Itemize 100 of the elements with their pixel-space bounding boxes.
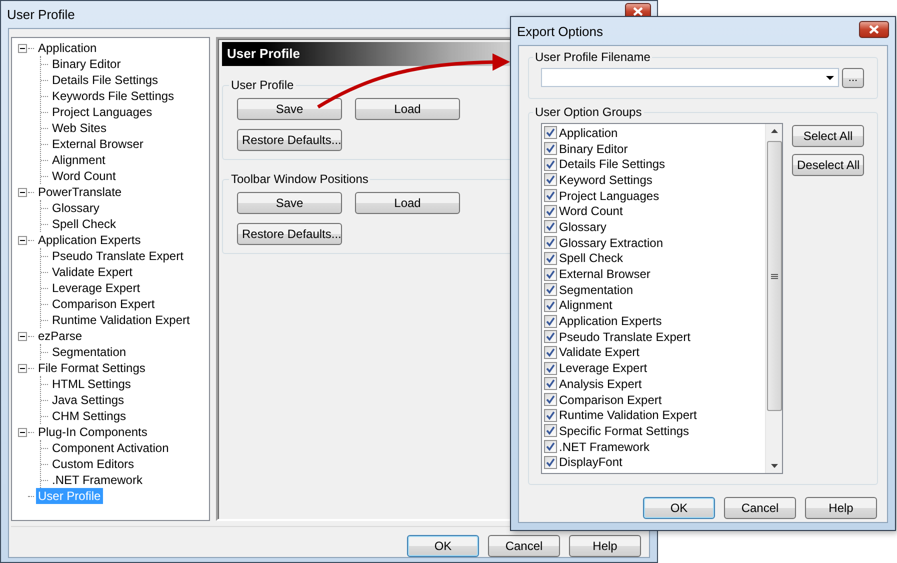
checkbox[interactable] [544,408,557,422]
checkbox[interactable] [544,236,557,250]
option-label: Keyword Settings [559,172,652,187]
checkbox[interactable] [544,283,557,296]
option-label: Glossary [559,220,606,234]
tree-item[interactable]: External Browser [50,136,146,152]
checkbox[interactable] [544,456,557,469]
close-button[interactable] [859,20,889,38]
tree-item[interactable]: Web Sites [50,120,108,136]
checkbox[interactable] [544,204,557,218]
tree-item[interactable]: Segmentation [50,344,128,360]
option-label: Binary Editor [559,142,628,156]
collapse-toggle[interactable] [18,332,27,340]
checkbox[interactable] [544,377,557,390]
option-label: Specific Format Settings [559,424,690,438]
tree-item[interactable]: Alignment [50,152,108,168]
option-label: Word Count [559,204,623,218]
group-title: User Option Groups [534,105,643,119]
checkbox[interactable] [544,298,557,312]
collapse-toggle[interactable] [18,44,27,52]
group-title: User Profile [230,78,295,92]
tree-item[interactable]: Project Languages [50,104,154,120]
tree-item[interactable]: Pseudo Translate Expert [50,248,186,264]
tree-item[interactable]: Binary Editor [50,56,123,72]
option-label: Analysis Expert [559,376,642,391]
checkbox[interactable] [544,189,557,202]
checkbox[interactable] [544,362,557,375]
option-label: Spell Check [559,251,624,266]
checkbox[interactable] [544,314,557,328]
option-label: External Browser [559,267,650,282]
tree-item[interactable]: PowerTranslate [36,184,124,200]
dialog-button[interactable]: Cancel [488,535,560,557]
option-label: Project Languages [559,188,660,203]
collapse-toggle[interactable] [18,188,27,196]
tree-item[interactable]: Comparison Expert [50,296,157,312]
option-label: Segmentation [559,282,634,297]
selection-button[interactable]: Select All [792,125,864,147]
tree-item[interactable]: .NET Framework [50,472,144,488]
checkbox[interactable] [544,158,557,171]
tree-item[interactable]: Leverage Expert [50,280,142,296]
restore-defaults-button[interactable]: Restore Defaults... [237,129,342,151]
collapse-toggle[interactable] [18,428,27,436]
tree-item[interactable]: HTML Settings [50,376,133,392]
close-icon [869,24,879,34]
dialog-button[interactable]: Cancel [724,497,796,519]
action-button[interactable]: Save [237,192,342,214]
option-label: Application Experts [559,314,662,328]
tree-item[interactable]: Validate Expert [50,264,134,280]
group-title: Toolbar Window Positions [230,172,370,186]
scroll-up-icon [770,129,778,133]
dialog-button[interactable]: Help [805,497,877,519]
dialog-title: Export Options [517,24,603,38]
dialog-button[interactable]: OK [407,535,479,557]
browse-button[interactable]: ... [842,68,864,88]
tree-item[interactable]: Plug-In Components [36,424,150,440]
tree-item[interactable]: Glossary [50,200,102,216]
tree-item[interactable]: Runtime Validation Expert [50,312,192,328]
option-label: Details File Settings [559,157,666,172]
scrollbar[interactable] [765,124,782,473]
tree-item[interactable]: ezParse [36,328,84,344]
tree-item[interactable]: Component Activation [50,440,171,456]
checkbox[interactable] [544,330,557,344]
dialog-button[interactable]: OK [643,497,715,519]
checkbox[interactable] [544,126,557,140]
tree-item[interactable]: Application [36,40,99,56]
tree-item[interactable]: Spell Check [50,216,118,232]
checkbox[interactable] [544,393,557,406]
action-button[interactable]: Load [355,192,460,214]
option-label: Glossary Extraction [559,236,664,250]
tree-item[interactable]: Application Experts [36,232,143,248]
option-label: Validate Expert [559,345,640,360]
checkbox[interactable] [544,346,557,359]
close-icon [633,7,643,16]
tree-item[interactable]: File Format Settings [36,360,148,376]
action-button[interactable]: Save [237,98,342,120]
tree-item[interactable]: CHM Settings [50,408,128,424]
checkbox[interactable] [544,268,557,281]
scroll-down-icon [770,464,778,468]
dropdown-arrow-icon [826,76,834,80]
collapse-toggle[interactable] [18,236,27,244]
restore-defaults-button[interactable]: Restore Defaults... [237,223,342,245]
window-title: User Profile [7,7,75,22]
tree-item[interactable]: Word Count [50,168,118,184]
scrollbar-thumb[interactable] [766,141,782,411]
tree-item[interactable]: Details File Settings [50,72,160,88]
tree-item[interactable]: Java Settings [50,392,126,408]
checkbox[interactable] [544,252,557,265]
checkbox[interactable] [544,424,557,438]
checkbox[interactable] [544,142,557,156]
tree-item[interactable]: Custom Editors [50,456,136,472]
checkbox[interactable] [544,440,557,454]
dialog-button[interactable]: Help [569,535,641,557]
option-label: Leverage Expert [559,361,648,376]
checkbox[interactable] [544,220,557,234]
option-label: Pseudo Translate Expert [559,330,690,344]
checkbox[interactable] [544,173,557,186]
tree-item[interactable]: Keywords File Settings [50,88,176,104]
selection-button[interactable]: Deselect All [792,154,864,176]
action-button[interactable]: Load [355,98,460,120]
collapse-toggle[interactable] [18,364,27,372]
